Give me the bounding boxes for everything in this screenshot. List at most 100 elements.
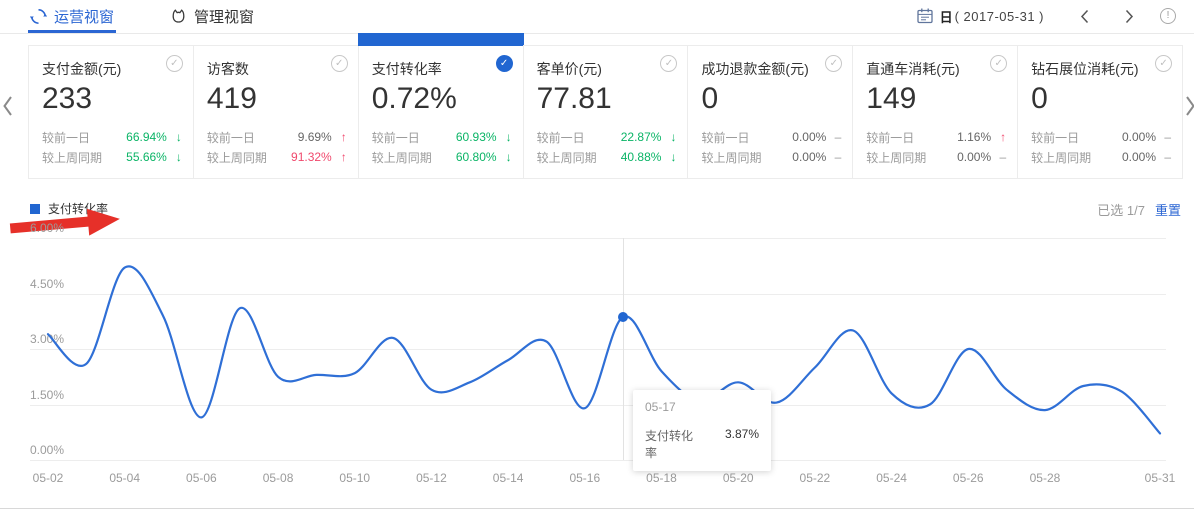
metric-card-4[interactable]: ✓客单价(元)77.81较前一日22.87%↓较上周同期40.88%↓ <box>523 45 689 179</box>
compare-value: 0.00% <box>792 130 826 144</box>
compare-label: 较上周同期 <box>372 149 432 166</box>
gridline <box>30 349 1166 350</box>
trend-down-icon: ↓ <box>497 150 512 164</box>
tooltip-metric-label: 支付转化率 <box>645 427 703 461</box>
metric-check-icon[interactable]: ✓ <box>825 55 842 72</box>
legend-item-payment-conversion[interactable]: 支付转化率 <box>30 200 108 217</box>
metric-value: 149 <box>866 82 1004 116</box>
metric-compare-rows: 较前一日66.94%↓较上周同期55.66%↓ <box>42 127 182 167</box>
legend-swatch-icon <box>30 204 40 214</box>
metric-title: 访客数 <box>207 59 345 79</box>
metric-title: 支付转化率 <box>372 59 510 79</box>
trend-flat-icon: – <box>1156 150 1171 164</box>
chart-tooltip: 05-17 支付转化率 3.87% <box>633 390 771 471</box>
metric-value: 0 <box>701 82 839 116</box>
metric-card-5[interactable]: ✓成功退款金额(元) 0 较前一日 0.00%– 较上周同期 0.00%– <box>687 45 853 179</box>
tab-operations-view[interactable]: 运营视窗 <box>28 0 116 32</box>
metric-title: 客单价(元) <box>537 59 675 79</box>
x-axis-label: 05-10 <box>327 471 383 485</box>
reset-button[interactable]: 重置 <box>1155 200 1181 219</box>
compare-row: 较前一日22.87%↓ <box>537 127 677 147</box>
metric-card-7[interactable]: ✓钻石展位消耗(元)0较前一日0.00%–较上周同期0.00%– <box>1017 45 1183 179</box>
trend-flat-icon: – <box>1156 130 1171 144</box>
metric-title: 直通车消耗(元) <box>866 59 1004 79</box>
crosshair-line <box>623 238 624 460</box>
metric-check-icon[interactable]: ✓ <box>1155 55 1172 72</box>
metric-value: 233 <box>42 82 180 116</box>
compare-value: 0.00% <box>792 150 826 164</box>
compare-row: 较上周同期40.88%↓ <box>537 147 677 167</box>
chevron-right-icon <box>1125 9 1134 24</box>
compare-label: 较上周同期 <box>701 149 761 166</box>
chevron-right-icon <box>1185 95 1194 117</box>
info-icon[interactable]: ! <box>1160 8 1176 24</box>
compare-row: 较上周同期0.00%– <box>866 147 1006 167</box>
metric-selected-check-icon[interactable]: ✓ <box>496 55 513 72</box>
compare-label: 较前一日 <box>866 129 914 146</box>
compare-row: 较前一日0.00%– <box>1031 127 1171 147</box>
compare-row: 较前一日9.69%↑ <box>207 127 347 147</box>
legend-label: 支付转化率 <box>48 200 108 217</box>
trend-down-icon: ↓ <box>661 150 676 164</box>
x-axis-label: 05-18 <box>634 471 690 485</box>
compare-value: 1.16% <box>957 130 991 144</box>
cat-icon <box>170 8 187 24</box>
cards-scroll-right-button[interactable] <box>1185 95 1194 122</box>
x-axis-label: 05-04 <box>97 471 153 485</box>
compare-label: 较前一日 <box>42 129 90 146</box>
y-axis-label: 3.00% <box>30 332 64 346</box>
date-next-button[interactable] <box>1125 9 1134 24</box>
x-axis-label: 05-24 <box>864 471 920 485</box>
metric-card-3[interactable]: ✓支付转化率0.72%较前一日60.93%↓较上周同期60.80%↓ <box>358 45 524 179</box>
metric-title: 成功退款金额(元) <box>701 59 839 79</box>
compare-row: 较前一日60.93%↓ <box>372 127 512 147</box>
date-prev-button[interactable] <box>1080 9 1089 24</box>
compare-value: 0.00% <box>1122 150 1156 164</box>
compare-value: 91.32% <box>291 150 332 164</box>
x-axis-label: 05-02 <box>20 471 76 485</box>
metric-check-icon[interactable]: ✓ <box>990 55 1007 72</box>
gridline <box>30 238 1166 239</box>
compare-row: 较前一日 0.00%– <box>701 127 841 147</box>
compare-row: 较前一日66.94%↓ <box>42 127 182 147</box>
metric-value: 0 <box>1031 82 1169 116</box>
metric-card-1[interactable]: ✓支付金额(元)233较前一日66.94%↓较上周同期55.66%↓ <box>28 45 194 179</box>
metric-compare-rows: 较前一日60.93%↓较上周同期60.80%↓ <box>372 127 512 167</box>
metric-card-6[interactable]: ✓直通车消耗(元) 149 较前一日 1.16%↑ 较上周同期0.00%– <box>852 45 1018 179</box>
cards-scroll-left-button[interactable] <box>2 95 13 122</box>
date-granularity-day[interactable]: 日 <box>940 7 953 26</box>
metric-check-icon[interactable]: ✓ <box>331 55 348 72</box>
metric-compare-rows: 较前一日0.00%– 较上周同期 0.00%– <box>1031 127 1171 167</box>
date-value[interactable]: ( 2017-05-31 ) <box>955 9 1044 24</box>
operations-icon <box>30 8 47 25</box>
trend-up-icon: ↑ <box>991 130 1006 144</box>
trend-flat-icon: – <box>826 130 841 144</box>
date-controls: 日 ( 2017-05-31 ) ! <box>916 0 1176 32</box>
y-axis-label: 4.50% <box>30 277 64 291</box>
compare-label: 较上周同期 <box>1031 149 1091 166</box>
selected-count: 已选 1/7 <box>1097 200 1145 219</box>
metric-check-icon[interactable]: ✓ <box>660 55 677 72</box>
x-axis-label: 05-12 <box>403 471 459 485</box>
trend-down-icon: ↓ <box>497 130 512 144</box>
tab-management-view[interactable]: 管理视窗 <box>170 0 254 32</box>
compare-label: 较前一日 <box>537 129 585 146</box>
tab-operations-label: 运营视窗 <box>54 6 114 27</box>
x-axis-label: 05-22 <box>787 471 843 485</box>
topbar: 运营视窗 管理视窗 日 ( 2017-05-31 ) <box>0 0 1194 34</box>
compare-label: 较前一日 <box>207 129 255 146</box>
gridline <box>30 460 1166 461</box>
compare-label: 较前一日 <box>701 129 749 146</box>
compare-row: 较上周同期55.66%↓ <box>42 147 182 167</box>
calendar-icon[interactable] <box>916 7 934 25</box>
x-axis-label: 05-26 <box>940 471 996 485</box>
metric-card-2[interactable]: ✓访客数419较前一日9.69%↑较上周同期91.32%↑ <box>193 45 359 179</box>
compare-label: 较前一日 <box>1031 129 1079 146</box>
metric-value: 0.72% <box>372 82 510 116</box>
metric-check-icon[interactable]: ✓ <box>166 55 183 72</box>
compare-label: 较上周同期 <box>207 149 267 166</box>
trend-down-icon: ↓ <box>167 150 182 164</box>
compare-row: 较上周同期91.32%↑ <box>207 147 347 167</box>
compare-label: 较前一日 <box>372 129 420 146</box>
tooltip-date: 05-17 <box>645 400 759 414</box>
